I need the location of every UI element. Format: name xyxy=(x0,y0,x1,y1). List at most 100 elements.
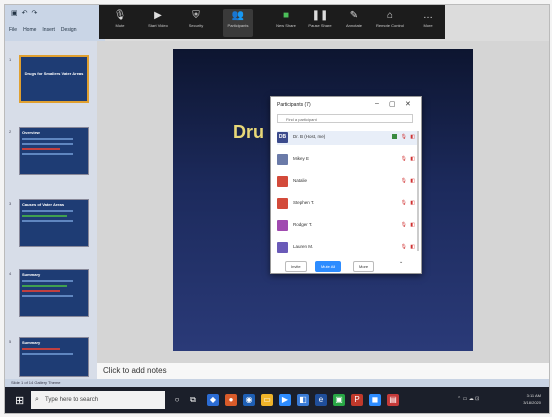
participant-row[interactable]: Rodger T. 🎙 ◧ xyxy=(277,219,417,233)
avatar xyxy=(277,242,288,253)
video-off-icon[interactable]: ◧ xyxy=(410,156,415,162)
screen-frame: ▣ ↶ ↷ File Home Insert Design 🎙 Mute ▶ S… xyxy=(4,4,550,414)
app-icon[interactable]: ● xyxy=(225,394,237,406)
video-off-icon[interactable]: ◧ xyxy=(410,178,415,184)
app-icon[interactable]: ◼ xyxy=(369,394,381,406)
participants-scrollbar[interactable] xyxy=(417,131,419,251)
mic-icon: 🎙 xyxy=(113,10,127,21)
share-screen-icon xyxy=(392,134,397,139)
avatar: DB xyxy=(277,132,288,143)
participants-icon: 👥 xyxy=(231,10,245,21)
ppt-title-area: ▣ ↶ ↷ File Home Insert Design xyxy=(5,5,105,41)
avatar xyxy=(277,220,288,231)
slide-thumbnail[interactable]: Summary xyxy=(19,337,89,377)
participant-row[interactable]: DB Dr. B (Host, me) 🎙 ◧ xyxy=(277,131,417,145)
slide-thumbnail[interactable]: Overview xyxy=(19,127,89,175)
mic-muted-icon[interactable]: 🎙 xyxy=(401,134,407,140)
video-off-icon[interactable]: ◧ xyxy=(410,222,415,228)
video-off-icon[interactable]: ◧ xyxy=(410,244,415,250)
security-button[interactable]: ⛨ Security xyxy=(181,9,211,37)
participant-row[interactable]: Mikey E 🎙 ◧ xyxy=(277,153,417,167)
minimize-icon[interactable]: – xyxy=(375,100,379,107)
participant-name: Lauren M. xyxy=(293,244,314,249)
slide-thumbnail[interactable]: Summary xyxy=(19,269,89,317)
mute-button[interactable]: 🎙 Mute xyxy=(105,9,135,37)
status-bar: Slide 1 of 14 Gallery Theme xyxy=(5,379,549,387)
powerpoint-icon[interactable]: P xyxy=(351,394,363,406)
app-icon[interactable]: ◉ xyxy=(243,394,255,406)
participants-button[interactable]: 👥 Participants xyxy=(223,9,253,37)
pause-share-button[interactable]: ❚❚ Pause Share xyxy=(305,9,335,37)
windows-start-icon[interactable]: ⊞ xyxy=(15,394,24,407)
avatar xyxy=(277,176,288,187)
more-button[interactable]: … More xyxy=(413,9,443,37)
avatar xyxy=(277,198,288,209)
tab-design[interactable]: Design xyxy=(61,27,77,33)
notes-pane[interactable]: Click to add notes xyxy=(97,363,549,379)
participant-name: Rodger T. xyxy=(293,222,313,227)
edge-icon[interactable]: e xyxy=(315,394,327,406)
participant-name: Mikey E xyxy=(293,156,310,161)
chevron-down-icon[interactable]: ⌄ xyxy=(399,259,403,265)
video-off-icon[interactable]: ◧ xyxy=(410,200,415,206)
system-tray-icons[interactable]: ⌃ ▭ ☁ ⊡ xyxy=(457,396,479,402)
thumb-number: 5 xyxy=(9,339,12,344)
participant-row[interactable]: Lauren M. 🎙 ◧ xyxy=(277,241,417,255)
slide-thumbnail-panel: 1 Drugs for Smallers Vater Areas 2 Overv… xyxy=(5,41,97,379)
remote-control-button[interactable]: ⌂ Remote Control xyxy=(375,9,405,37)
cortana-icon[interactable]: ○ xyxy=(171,394,183,406)
video-icon: ▶ xyxy=(154,10,162,21)
slide-thumbnail[interactable]: Causes of Vater Areas xyxy=(19,199,89,247)
thumb-number: 4 xyxy=(9,271,12,276)
mic-muted-icon[interactable]: 🎙 xyxy=(401,200,407,206)
tab-insert[interactable]: Insert xyxy=(42,27,55,33)
participant-name: Stephen T. xyxy=(293,200,315,205)
app-icon[interactable]: ▣ xyxy=(333,394,345,406)
participants-window[interactable]: Participants (7) – ▢ ✕ Find a participan… xyxy=(270,96,422,274)
remote-control-icon: ⌂ xyxy=(386,10,394,21)
redo-icon[interactable]: ↷ xyxy=(32,9,38,17)
participant-name: Natalie xyxy=(293,178,308,183)
new-share-button[interactable]: ■ New Share xyxy=(271,9,301,37)
close-icon[interactable]: ✕ xyxy=(405,100,411,108)
mic-muted-icon[interactable]: 🎙 xyxy=(401,222,407,228)
thumb-number: 2 xyxy=(9,129,12,134)
slide-title: Dru xyxy=(233,122,264,142)
tab-home[interactable]: Home xyxy=(23,27,36,33)
start-video-button[interactable]: ▶ Start Video xyxy=(143,9,173,37)
save-icon[interactable]: ▣ xyxy=(11,9,18,17)
annotate-button[interactable]: ✎ Annotate xyxy=(339,9,369,37)
mic-muted-icon[interactable]: 🎙 xyxy=(401,244,407,250)
new-share-icon: ■ xyxy=(282,10,290,21)
more-options-button[interactable]: More xyxy=(353,261,375,272)
zoom-app-icon[interactable]: ▶ xyxy=(279,394,291,406)
app-icon[interactable]: ◆ xyxy=(207,394,219,406)
task-view-icon[interactable]: ⧉ xyxy=(187,394,199,406)
file-explorer-icon[interactable]: ▭ xyxy=(261,394,273,406)
app-icon[interactable]: ◧ xyxy=(297,394,309,406)
participant-row[interactable]: Stephen T. 🎙 ◧ xyxy=(277,197,417,211)
security-icon: ⛨ xyxy=(192,10,200,21)
mic-muted-icon[interactable]: 🎙 xyxy=(401,178,407,184)
tab-file[interactable]: File xyxy=(9,27,17,33)
invite-button[interactable]: Invite xyxy=(285,261,307,272)
thumb-number: 1 xyxy=(9,57,12,62)
mic-muted-icon[interactable]: 🎙 xyxy=(401,156,407,162)
annotate-icon: ✎ xyxy=(349,10,359,21)
maximize-icon[interactable]: ▢ xyxy=(389,100,396,108)
participant-search-input[interactable]: Find a participant xyxy=(277,114,413,123)
taskbar-search-input[interactable]: ⌕ Type here to search xyxy=(31,391,165,409)
video-off-icon[interactable]: ◧ xyxy=(410,134,415,140)
app-icon[interactable]: ▤ xyxy=(387,394,399,406)
thumb-number: 3 xyxy=(9,201,12,206)
undo-icon[interactable]: ↶ xyxy=(22,9,28,17)
zoom-share-toolbar: 🎙 Mute ▶ Start Video ⛨ Security 👥 Partic… xyxy=(99,5,445,39)
pause-share-icon: ❚❚ xyxy=(311,10,329,21)
participant-row[interactable]: Natalie 🎙 ◧ xyxy=(277,175,417,189)
avatar xyxy=(277,154,288,165)
slide-thumbnail[interactable]: Drugs for Smallers Vater Areas xyxy=(19,55,89,103)
participant-name: Dr. B (Host, me) xyxy=(293,134,326,139)
clock[interactable]: 3:11 AM 3/18/2020 xyxy=(523,392,541,406)
windows-taskbar: ⊞ ⌕ Type here to search ○ ⧉ ◆ ● ◉ ▭ ▶ ◧ … xyxy=(5,387,549,413)
mute-all-button[interactable]: Mute All xyxy=(315,261,342,272)
